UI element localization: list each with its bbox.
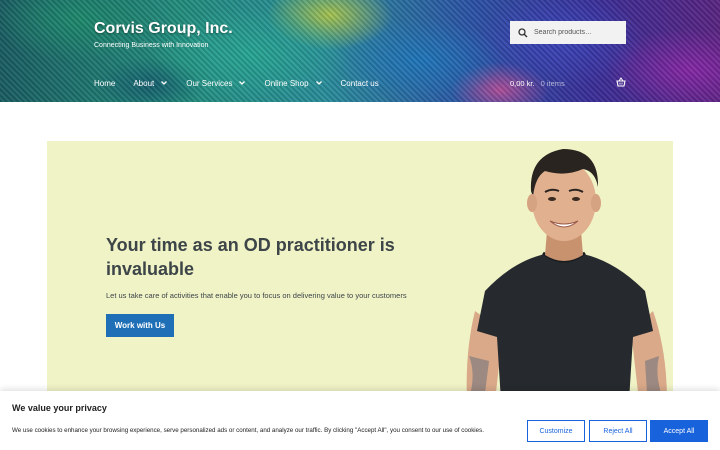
basket-icon[interactable]: [616, 77, 626, 87]
cart-amount: 0,00 kr.: [510, 78, 535, 88]
hero-text: Let us take care of activities that enab…: [106, 291, 407, 300]
nav-item-label: Online Shop: [264, 78, 309, 88]
nav-item-online-shop[interactable]: Online Shop: [264, 79, 322, 88]
chevron-down-icon[interactable]: [238, 79, 246, 87]
nav-item-contact-us[interactable]: Contact us: [341, 79, 379, 88]
search-input[interactable]: [534, 29, 619, 36]
work-with-us-button[interactable]: Work with Us: [106, 314, 174, 337]
nav-item-label: Home: [94, 78, 116, 88]
hero-banner: Your time as an OD practitioner is inval…: [47, 141, 673, 401]
search-icon: [518, 27, 528, 37]
cookie-consent-banner: We value your privacy We use cookies to …: [0, 391, 720, 450]
nav-item-about[interactable]: About: [133, 79, 168, 88]
cookie-text: We use cookies to enhance your browsing …: [12, 427, 484, 434]
nav-item-label: Contact us: [340, 78, 379, 88]
site-title[interactable]: Corvis Group, Inc.: [94, 20, 233, 38]
nav-item-home[interactable]: Home: [94, 79, 115, 88]
cart-count: 0 items: [540, 78, 565, 88]
hero-person-image: [466, 149, 667, 401]
nav-item-our-services[interactable]: Our Services: [186, 79, 246, 88]
accept-all-button[interactable]: Accept All: [650, 420, 708, 442]
site-tagline: Connecting Business with Innovation: [94, 42, 209, 49]
chevron-down-icon[interactable]: [315, 79, 323, 87]
nav-item-label: About: [133, 78, 155, 88]
chevron-down-icon[interactable]: [160, 79, 168, 87]
search-box[interactable]: [510, 21, 626, 44]
hero-title: Your time as an OD practitioner is inval…: [106, 235, 395, 279]
main-nav: Home About Our Services Online Shop Cont…: [94, 76, 397, 90]
cart-link[interactable]: 0,00 kr. 0 items: [510, 76, 626, 90]
site-header: Corvis Group, Inc. Connecting Business w…: [0, 0, 720, 102]
customize-button[interactable]: Customize: [527, 420, 585, 442]
nav-item-label: Our Services: [186, 78, 233, 88]
reject-all-button[interactable]: Reject All: [589, 420, 647, 442]
cookie-title: We value your privacy: [12, 403, 107, 413]
